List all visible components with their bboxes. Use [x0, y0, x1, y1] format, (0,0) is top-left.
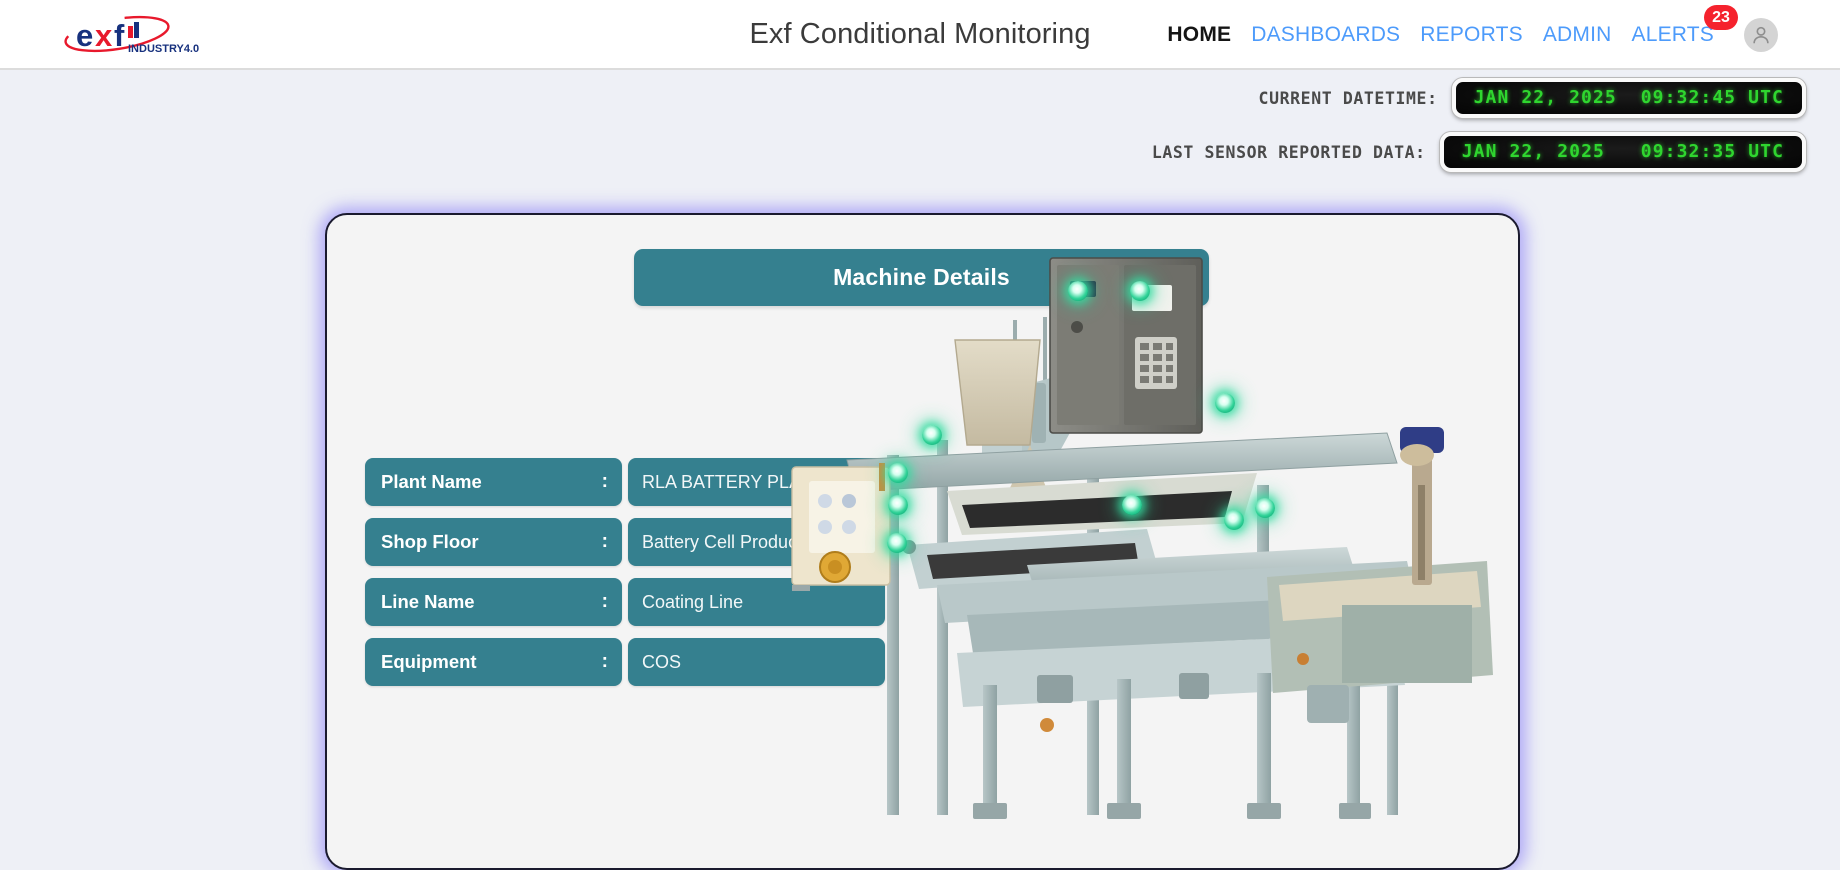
detail-key-shop-floor: Shop Floor : — [365, 518, 622, 566]
machine-image-container — [787, 255, 1507, 868]
detail-separator-line-name: : — [601, 591, 608, 612]
current-datetime-value: JAN 22, 2025 09:32:45 UTC — [1473, 87, 1784, 108]
nav-item-admin[interactable]: ADMIN — [1543, 23, 1612, 47]
exf-logo-icon: e x f INDUSTRY4.0 — [64, 15, 199, 55]
user-avatar-icon — [1753, 26, 1769, 44]
nav-item-alerts[interactable]: ALERTS — [1631, 23, 1714, 47]
nav-item-home[interactable]: HOME — [1167, 23, 1231, 47]
current-datetime-label: CURRENT DATETIME: — [1258, 88, 1438, 108]
svg-text:e: e — [76, 18, 93, 53]
sensor-marker[interactable] — [1068, 281, 1088, 301]
last-sensor-value: JAN 22, 2025 09:32:35 UTC — [1461, 141, 1784, 162]
current-datetime-display: JAN 22, 2025 09:32:45 UTC — [1451, 78, 1806, 118]
detail-separator-shop-floor: : — [601, 531, 608, 552]
user-avatar-button[interactable] — [1744, 18, 1778, 52]
last-sensor-datetime-row: LAST SENSOR REPORTED DATA: JAN 22, 2025 … — [1152, 132, 1806, 172]
detail-separator-equipment: : — [601, 651, 608, 672]
brand-logo[interactable]: e x f INDUSTRY4.0 — [62, 12, 212, 58]
main-nav: HOME DASHBOARDS REPORTS ADMIN ALERTS 23 — [1167, 0, 1778, 70]
sensor-marker[interactable] — [1122, 495, 1142, 515]
detail-key-line-name: Line Name : — [365, 578, 622, 626]
svg-text:x: x — [95, 18, 113, 53]
detail-key-label-shop-floor: Shop Floor — [381, 531, 479, 552]
sensor-marker[interactable] — [1130, 281, 1150, 301]
last-sensor-display: JAN 22, 2025 09:32:35 UTC — [1439, 132, 1806, 172]
svg-text:INDUSTRY4.0: INDUSTRY4.0 — [128, 43, 199, 55]
machine-details-card: Machine Details Plant Name : RLA BATTERY… — [325, 213, 1520, 870]
sensor-marker[interactable] — [888, 463, 908, 483]
sensor-marker[interactable] — [922, 425, 942, 445]
sensor-marker[interactable] — [1255, 498, 1275, 518]
sensor-marker[interactable] — [1215, 393, 1235, 413]
detail-key-label-equipment: Equipment — [381, 651, 477, 672]
alerts-count-badge: 23 — [1704, 5, 1738, 30]
sensor-marker[interactable] — [888, 495, 908, 515]
alerts-nav-wrapper: ALERTS 23 — [1631, 5, 1738, 47]
detail-key-plant-name: Plant Name : — [365, 458, 622, 506]
nav-item-dashboards[interactable]: DASHBOARDS — [1251, 23, 1400, 47]
svg-text:f: f — [114, 18, 125, 53]
sensor-marker[interactable] — [887, 533, 907, 553]
sensor-marker[interactable] — [1224, 510, 1244, 530]
machine-illustration — [791, 257, 1493, 819]
top-navbar: e x f INDUSTRY4.0 Exf Conditional Monito… — [0, 0, 1840, 70]
detail-separator-plant-name: : — [601, 471, 608, 492]
detail-key-label-plant-name: Plant Name — [381, 471, 482, 492]
nav-item-reports[interactable]: REPORTS — [1420, 23, 1523, 47]
status-datetime-strip: CURRENT DATETIME: JAN 22, 2025 09:32:45 … — [1152, 78, 1806, 172]
detail-key-label-line-name: Line Name — [381, 591, 475, 612]
detail-key-equipment: Equipment : — [365, 638, 622, 686]
last-sensor-label: LAST SENSOR REPORTED DATA: — [1151, 142, 1426, 162]
current-datetime-row: CURRENT DATETIME: JAN 22, 2025 09:32:45 … — [1259, 78, 1806, 118]
